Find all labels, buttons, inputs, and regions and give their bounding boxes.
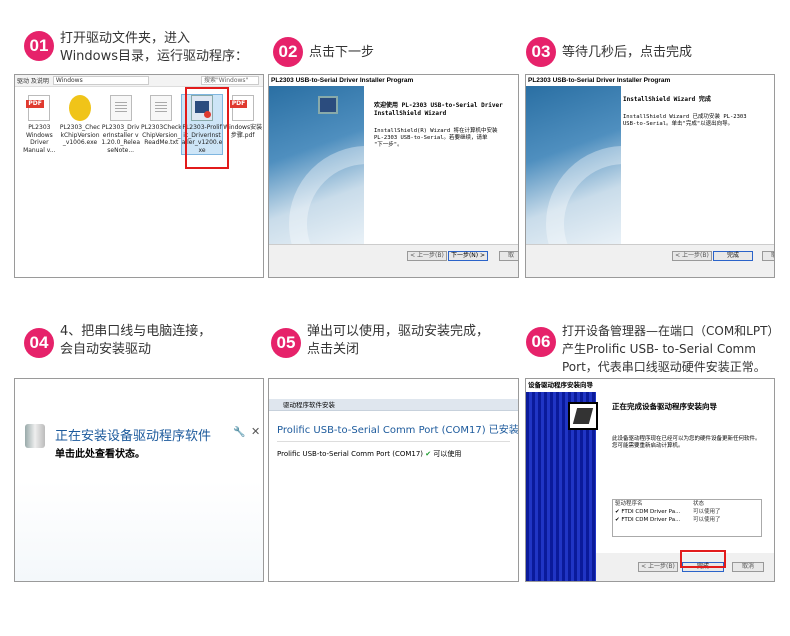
wizard-text: 此设备驱动程序现在已经可以为您的硬件设备更新任何软件。您可能需要重新启动计算机。: [612, 436, 761, 449]
wizard-heading: 正在完成设备驱动程序安装向导: [612, 402, 717, 411]
step-1-line-2: Windows目录，运行驱动程序：: [60, 49, 249, 64]
window-title: 驱动程序软件安装: [269, 399, 518, 411]
breadcrumb[interactable]: 驱动 及说明: [17, 76, 49, 85]
wizard-banner: [269, 86, 364, 244]
file-name: PL2303_DriverInstaller v1.20.0_ReleaseNo…: [101, 124, 141, 154]
step-2-header: 02 点击下一步: [273, 37, 374, 67]
driver-table: 驱动程序名 状态 ✔ FTDI CDM Driver Pa... 可以使用了 ✔…: [612, 499, 762, 537]
notification-balloon[interactable]: 正在安装设备驱动程序软件 单击此处查看状态。 🔧 ✕: [15, 379, 263, 581]
chip-icon: [69, 95, 91, 121]
column-header-status: 状态: [693, 501, 705, 507]
file-item[interactable]: PL2303_DriverInstaller v1.20.0_ReleaseNo…: [100, 95, 141, 154]
step-badge: 01: [24, 31, 54, 61]
usb-device-icon: [25, 424, 45, 448]
step-6-header: 06 打开设备管理器—在端口（COM和LPT） 产生Prolific USB- …: [526, 322, 779, 376]
step-6-line-3: Port，代表串口线驱动硬件安装正常。: [562, 360, 766, 374]
window-title: PL2303 USB-to-Serial Driver Installer Pr…: [269, 75, 518, 86]
wizard-footer: < 上一步(B) 完成 取: [526, 244, 774, 277]
wizard-content: InstallShield Wizard 完成 InstallShield Wi…: [621, 86, 774, 244]
step-5-line-1: 弹出可以使用，驱动安装完成，: [307, 324, 490, 339]
file-name: PL2303CheckChipVersion_ReadMe.txt: [141, 124, 182, 146]
finish-button[interactable]: 完成: [713, 251, 753, 261]
wrench-icon[interactable]: 🔧: [233, 427, 245, 438]
step-6-line-2: 产生Prolific USB- to-Serial Comm: [562, 342, 756, 356]
table-row: ✔ FTDI CDM Driver Pa... 可以使用了: [613, 516, 761, 524]
window-title: 设备驱动程序安装向导: [526, 379, 774, 392]
wizard-heading: InstallShield Wizard 完成: [623, 96, 711, 103]
screenshot-explorer: 驱动 及说明 Windows 搜索"Windows" PL2303 Window…: [14, 74, 264, 278]
screenshot-driver-installed: 驱动程序软件安装 Prolific USB-to-Serial Comm Por…: [268, 378, 519, 582]
column-header-name: 驱动程序名: [615, 501, 643, 507]
pdf-icon: [26, 95, 51, 121]
file-item[interactable]: PL2303_CheckChipVersion_v1006.exe: [60, 95, 101, 154]
next-button[interactable]: 下一步(N) >: [448, 251, 488, 261]
wizard-text-1: InstallShield Wizard 已成功安装 PL-2303: [623, 114, 747, 120]
installshield-logo-icon: [318, 96, 338, 114]
screenshot-wizard-welcome: PL2303 USB-to-Serial Driver Installer Pr…: [268, 74, 519, 278]
wizard-logo-icon: [568, 402, 598, 430]
highlight-box: [680, 550, 726, 568]
cancel-button[interactable]: 取消: [732, 562, 764, 572]
wizard-text-2: PL-2303 USB-to-Serial。若要继续，请单: [374, 135, 488, 141]
file-name: PL2303_CheckChipVersion_v1006.exe: [59, 124, 101, 146]
wizard-text-2: USB-to-Serial。单击"完成"以退出向导。: [623, 121, 734, 127]
txt-icon: [109, 95, 132, 121]
search-input[interactable]: 搜索"Windows": [201, 76, 259, 85]
check-icon: ✔: [425, 450, 432, 458]
explorer-address-bar: 驱动 及说明 Windows 搜索"Windows": [15, 75, 263, 87]
wizard-footer: < 上一步(B) 下一步(N) > 取: [269, 244, 518, 277]
device-row: Prolific USB-to-Serial Comm Port (COM17)…: [277, 449, 461, 459]
wizard-content: 欢迎使用 PL-2303 USB-to-Serial Driver Instal…: [318, 86, 518, 244]
driver-name: ✔ FTDI CDM Driver Pa...: [615, 517, 681, 523]
step-3-line-1: 等待几秒后，点击完成: [562, 45, 693, 60]
screenshot-install-balloon: 正在安装设备驱动程序软件 单击此处查看状态。 🔧 ✕: [14, 378, 264, 582]
driver-status: 可以使用了: [693, 517, 721, 523]
step-5-header: 05 弹出可以使用，驱动安装完成， 点击关闭: [271, 323, 489, 359]
notification-link[interactable]: 单击此处查看状态。: [55, 445, 145, 460]
install-status-title: Prolific USB-to-Serial Comm Port (COM17)…: [277, 425, 519, 436]
device-name: Prolific USB-to-Serial Comm Port (COM17): [277, 450, 424, 458]
window-title: PL2303 USB-to-Serial Driver Installer Pr…: [526, 75, 774, 86]
step-6-line-1: 打开设备管理器—在端口（COM和LPT）: [562, 324, 780, 338]
file-item[interactable]: PL2303 Windows Driver Manual v...: [19, 95, 60, 154]
notification-title: 正在安装设备驱动程序软件: [55, 429, 212, 444]
wizard-banner: [526, 86, 621, 244]
wizard-text-3: "下一步"。: [374, 142, 403, 148]
step-3-header: 03 等待几秒后，点击完成: [526, 37, 692, 67]
step-4-line-1: 4、把串口线与电脑连接，: [60, 324, 212, 339]
txt-icon: [150, 95, 173, 121]
step-2-line-1: 点击下一步: [309, 45, 375, 60]
address-path[interactable]: Windows: [52, 76, 149, 85]
step-badge: 06: [526, 327, 556, 357]
screenshot-device-wizard: 设备驱动程序安装向导 正在完成设备驱动程序安装向导 此设备驱动程序现在已经可以为…: [525, 378, 775, 582]
highlight-box: [185, 87, 229, 169]
driver-name: ✔ FTDI CDM Driver Pa...: [615, 509, 681, 515]
back-button[interactable]: < 上一步(B): [672, 251, 712, 261]
wizard-heading-2: InstallShield Wizard: [374, 110, 447, 117]
step-1-header: 01 打开驱动文件夹，进入 Windows目录，运行驱动程序：: [24, 31, 248, 66]
pdf-icon: [229, 95, 254, 121]
driver-status: 可以使用了: [693, 509, 721, 515]
step-badge: 03: [526, 37, 556, 67]
back-button[interactable]: < 上一步(B): [407, 251, 447, 261]
step-badge: 04: [24, 328, 54, 358]
wizard-text-1: InstallShield(R) Wizard 将在计算机中安装: [374, 128, 498, 134]
close-icon[interactable]: ✕: [251, 425, 260, 438]
file-name: PL2303 Windows Driver Manual v...: [23, 124, 56, 154]
step-badge: 02: [273, 37, 303, 67]
file-item[interactable]: PL2303CheckChipVersion_ReadMe.txt: [141, 95, 182, 154]
table-row: ✔ FTDI CDM Driver Pa... 可以使用了: [613, 508, 761, 516]
screenshot-wizard-complete: PL2303 USB-to-Serial Driver Installer Pr…: [525, 74, 775, 278]
step-badge: 05: [271, 328, 301, 358]
divider: [277, 441, 510, 442]
cancel-button[interactable]: 取: [762, 251, 774, 261]
step-4-line-2: 会自动安装驱动: [60, 342, 152, 357]
wizard-heading-1: 欢迎使用 PL-2303 USB-to-Serial Driver: [374, 102, 503, 109]
device-status: 可以使用: [433, 450, 462, 458]
cancel-button[interactable]: 取: [499, 251, 518, 261]
step-1-line-1: 打开驱动文件夹，进入: [60, 31, 191, 46]
step-5-line-2: 点击关闭: [307, 342, 360, 357]
back-button[interactable]: < 上一步(B): [638, 562, 678, 572]
step-4-header: 04 4、把串口线与电脑连接， 会自动安装驱动: [24, 323, 211, 359]
